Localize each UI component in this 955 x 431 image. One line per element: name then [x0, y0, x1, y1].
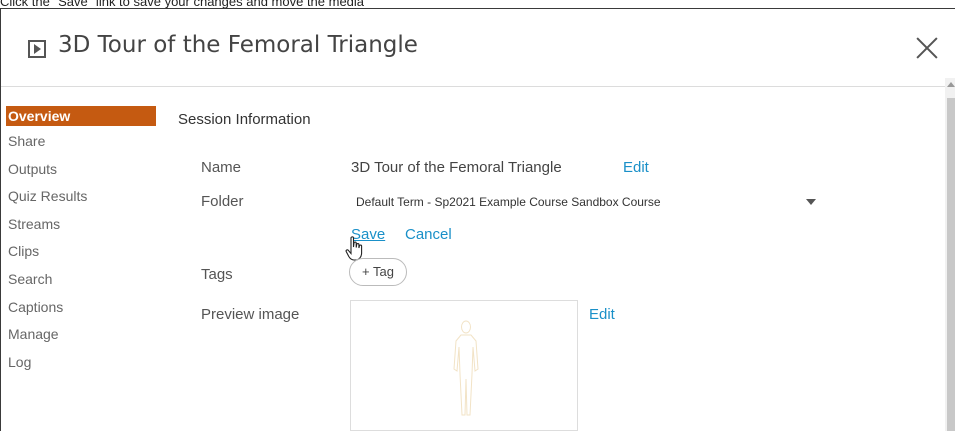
sidebar-item-outputs[interactable]: Outputs [6, 158, 156, 186]
preview-image-label: Preview image [201, 306, 300, 323]
close-icon[interactable] [914, 35, 940, 61]
scrollbar-thumb[interactable] [947, 98, 955, 431]
play-icon [28, 40, 46, 58]
section-title: Session Information [178, 111, 311, 128]
scroll-up-icon[interactable] [947, 82, 955, 87]
preview-edit-link[interactable]: Edit [589, 306, 615, 323]
sidebar-item-clips[interactable]: Clips [6, 240, 156, 268]
sidebar-item-captions[interactable]: Captions [6, 296, 156, 324]
dialog-header: 3D Tour of the Femoral Triangle [1, 9, 955, 87]
preview-image [350, 300, 578, 431]
sidebar-item-quiz-results[interactable]: Quiz Results [6, 185, 156, 213]
folder-label: Folder [201, 193, 244, 210]
dialog-title: 3D Tour of the Femoral Triangle [58, 32, 418, 58]
name-value: 3D Tour of the Femoral Triangle [351, 159, 562, 176]
cancel-link[interactable]: Cancel [405, 226, 452, 243]
sidebar-item-manage[interactable]: Manage [6, 323, 156, 351]
sidebar-item-streams[interactable]: Streams [6, 213, 156, 241]
sidebar-item-share[interactable]: Share [6, 130, 156, 158]
folder-select[interactable]: Default Term - Sp2021 Example Course San… [350, 188, 820, 216]
add-tag-button[interactable]: + Tag [349, 258, 407, 286]
sidebar-item-log[interactable]: Log [6, 351, 156, 379]
tags-label: Tags [201, 266, 233, 283]
instruction-caption: Click the "Save" link to save your chang… [0, 0, 365, 9]
sidebar-nav: Overview Share Outputs Quiz Results Stre… [6, 106, 156, 378]
folder-select-value: Default Term - Sp2021 Example Course San… [356, 195, 661, 209]
chevron-down-icon [806, 199, 816, 205]
sidebar-item-search[interactable]: Search [6, 268, 156, 296]
body-figure-icon [453, 320, 479, 416]
name-edit-link[interactable]: Edit [623, 159, 649, 176]
sidebar-item-overview[interactable]: Overview [6, 106, 156, 126]
name-label: Name [201, 159, 242, 176]
